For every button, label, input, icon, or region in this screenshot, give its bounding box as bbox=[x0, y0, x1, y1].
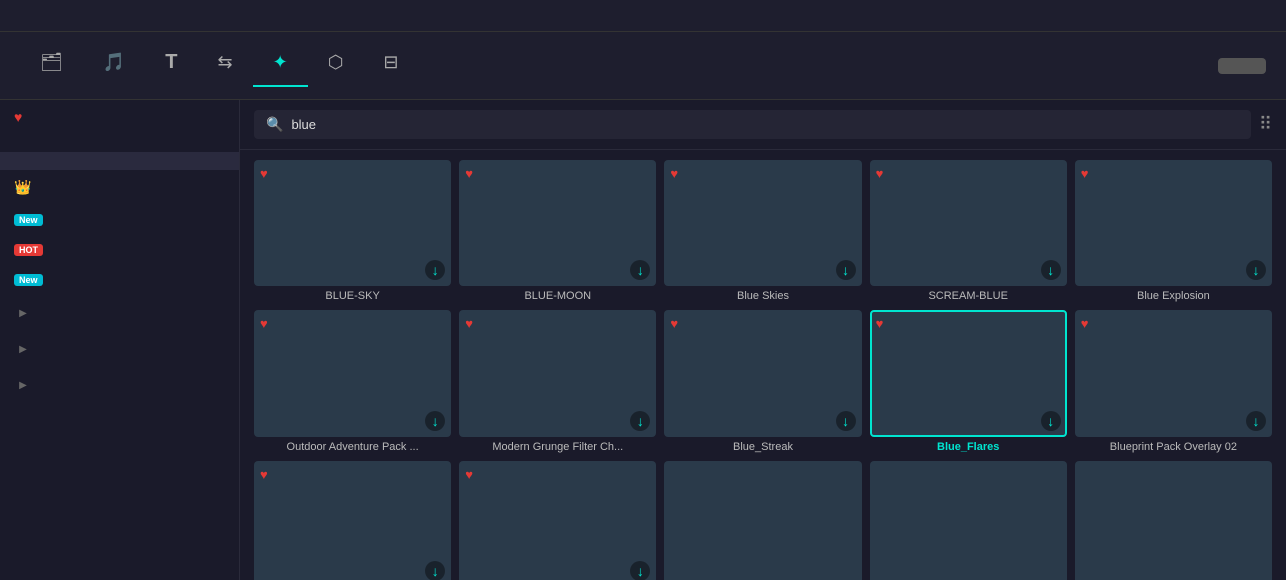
sidebar-item-ai-portrait[interactable]: 👑 bbox=[0, 170, 239, 205]
toolbar-effects[interactable]: ✦ bbox=[253, 44, 308, 87]
fav-heart-icon-0: ♥ bbox=[260, 166, 268, 181]
media-icon: 🗂 bbox=[40, 52, 63, 73]
filters-arrow-icon: ▶ bbox=[14, 304, 32, 322]
effects-grid: ♥ ↓ BLUE-SKY ♥ ↓ BLUE-MOON ♥ ↓ Blue Skie… bbox=[254, 160, 1272, 580]
grid-item-label-8: Blue_Flares bbox=[870, 441, 1067, 453]
toolbar-elements[interactable]: ⬡ bbox=[308, 44, 364, 87]
transitions-icon: ⇆ bbox=[218, 52, 233, 73]
grid-item-8[interactable]: ♥ ↓ Blue_Flares bbox=[870, 310, 1067, 452]
download-icon-5[interactable]: ↓ bbox=[425, 411, 445, 431]
export-button[interactable] bbox=[1218, 58, 1266, 74]
download-icon-3[interactable]: ↓ bbox=[1041, 260, 1061, 280]
effects-icon: ✦ bbox=[273, 52, 288, 73]
fav-heart-icon-4: ♥ bbox=[1081, 166, 1089, 181]
toolbar-media[interactable]: 🗂 bbox=[20, 44, 83, 87]
menu-file[interactable] bbox=[46, 12, 66, 20]
search-bar: 🔍 ⠿ bbox=[240, 100, 1286, 150]
menu-view[interactable] bbox=[118, 12, 138, 20]
grid-item-label-1: BLUE-MOON bbox=[459, 290, 656, 302]
grid-item-4[interactable]: ♥ ↓ Blue Explosion bbox=[1075, 160, 1272, 302]
sidebar-item-filters[interactable]: ▶ bbox=[0, 295, 239, 331]
toolbar: 🗂 🎵 T ⇆ ✦ ⬡ ⊟ bbox=[0, 32, 1286, 100]
lut-arrow-icon: ▶ bbox=[14, 376, 32, 394]
download-icon-9[interactable]: ↓ bbox=[1246, 411, 1266, 431]
fav-heart-icon-3: ♥ bbox=[876, 166, 884, 181]
menu-bar bbox=[0, 0, 1286, 32]
sidebar-item-favorites[interactable]: ♥ bbox=[0, 100, 239, 134]
fav-heart-icon-11: ♥ bbox=[465, 467, 473, 482]
search-icon: 🔍 bbox=[266, 116, 283, 133]
menu-edit[interactable] bbox=[70, 12, 90, 20]
grid-item-2[interactable]: ♥ ↓ Blue Skies bbox=[664, 160, 861, 302]
sidebar-item-downloads[interactable] bbox=[0, 134, 239, 152]
search-input[interactable] bbox=[291, 117, 1238, 132]
download-icon-2[interactable]: ↓ bbox=[836, 260, 856, 280]
sidebar-item-gaming[interactable] bbox=[0, 421, 239, 439]
grid-item-label-3: SCREAM-BLUE bbox=[870, 290, 1067, 302]
audio-icon: 🎵 bbox=[103, 52, 125, 73]
download-icon-11[interactable]: ↓ bbox=[630, 561, 650, 580]
grid-item-13[interactable]: Blur 2 bbox=[870, 461, 1067, 580]
toolbar-transitions[interactable]: ⇆ bbox=[198, 44, 253, 87]
main-area: ♥ 👑 New HOT New bbox=[0, 100, 1286, 580]
fav-heart-icon-8: ♥ bbox=[876, 316, 884, 331]
grid-item-label-6: Modern Grunge Filter Ch... bbox=[459, 441, 656, 453]
sidebar-item-lut[interactable]: ▶ bbox=[0, 367, 239, 403]
toolbar-audio[interactable]: 🎵 bbox=[83, 44, 145, 87]
grid-area: ♥ ↓ BLUE-SKY ♥ ↓ BLUE-MOON ♥ ↓ Blue Skie… bbox=[240, 150, 1286, 580]
sidebar-item-audio-effects[interactable]: HOT bbox=[0, 235, 239, 265]
sidebar-item-whats-new[interactable]: New bbox=[0, 265, 239, 295]
grid-item-label-9: Blueprint Pack Overlay 02 bbox=[1075, 441, 1272, 453]
hot-badge-audio: HOT bbox=[14, 244, 43, 256]
fav-heart-icon-9: ♥ bbox=[1081, 316, 1089, 331]
fav-heart-icon-6: ♥ bbox=[465, 316, 473, 331]
elements-icon: ⬡ bbox=[328, 52, 344, 73]
titles-icon: T bbox=[165, 51, 177, 74]
download-icon-8[interactable]: ↓ bbox=[1041, 411, 1061, 431]
grid-item-label-0: BLUE-SKY bbox=[254, 290, 451, 302]
grid-item-1[interactable]: ♥ ↓ BLUE-MOON bbox=[459, 160, 656, 302]
fav-heart-icon-1: ♥ bbox=[465, 166, 473, 181]
menu-tools[interactable] bbox=[94, 12, 114, 20]
new-badge-ar: New bbox=[14, 214, 43, 226]
fav-heart-icon-10: ♥ bbox=[260, 467, 268, 482]
toolbar-titles[interactable]: T bbox=[145, 43, 197, 88]
fav-heart-icon-2: ♥ bbox=[670, 166, 678, 181]
menu-help[interactable] bbox=[166, 12, 186, 20]
sidebar-item-overlay[interactable]: ▶ bbox=[0, 331, 239, 367]
fav-heart-icon-5: ♥ bbox=[260, 316, 268, 331]
grid-layout-icon[interactable]: ⠿ bbox=[1259, 114, 1272, 135]
heart-icon: ♥ bbox=[14, 109, 22, 125]
grid-item-3[interactable]: ♥ ↓ SCREAM-BLUE bbox=[870, 160, 1067, 302]
sidebar: ♥ 👑 New HOT New bbox=[0, 100, 240, 580]
sidebar-item-recommended[interactable] bbox=[0, 152, 239, 170]
grid-item-11[interactable]: ♥ ↓ Blueprint Pack Overlay 03 bbox=[459, 461, 656, 580]
grid-item-label-2: Blue Skies bbox=[664, 290, 861, 302]
download-icon-6[interactable]: ↓ bbox=[630, 411, 650, 431]
grid-item-6[interactable]: ♥ ↓ Modern Grunge Filter Ch... bbox=[459, 310, 656, 452]
search-input-wrap[interactable]: 🔍 bbox=[254, 110, 1251, 139]
grid-item-10[interactable]: ♥ ↓ Blueprint Pack Overlay 01 bbox=[254, 461, 451, 580]
new-badge-whats-new: New bbox=[14, 274, 43, 286]
grid-item-12[interactable]: Blur bbox=[664, 461, 861, 580]
sidebar-item-ar-stickers[interactable]: New bbox=[0, 205, 239, 235]
grid-item-7[interactable]: ♥ ↓ Blue_Streak bbox=[664, 310, 861, 452]
sidebar-item-utility[interactable] bbox=[0, 403, 239, 421]
grid-item-0[interactable]: ♥ ↓ BLUE-SKY bbox=[254, 160, 451, 302]
download-icon-7[interactable]: ↓ bbox=[836, 411, 856, 431]
toolbar-split-screen[interactable]: ⊟ bbox=[363, 44, 418, 87]
grid-item-14[interactable]: Basic Blur bbox=[1075, 461, 1272, 580]
menu-export[interactable] bbox=[142, 12, 162, 20]
grid-item-label-7: Blue_Streak bbox=[664, 441, 861, 453]
download-icon-10[interactable]: ↓ bbox=[425, 561, 445, 580]
grid-item-9[interactable]: ♥ ↓ Blueprint Pack Overlay 02 bbox=[1075, 310, 1272, 452]
overlay-arrow-icon: ▶ bbox=[14, 340, 32, 358]
crown-icon: 👑 bbox=[14, 179, 31, 196]
grid-item-label-5: Outdoor Adventure Pack ... bbox=[254, 441, 451, 453]
grid-item-5[interactable]: ♥ ↓ Outdoor Adventure Pack ... bbox=[254, 310, 451, 452]
split-screen-icon: ⊟ bbox=[383, 52, 398, 73]
fav-heart-icon-7: ♥ bbox=[670, 316, 678, 331]
content-area: 🔍 ⠿ ♥ ↓ BLUE-SKY ♥ ↓ BLUE-MOON ♥ ↓ Blue … bbox=[240, 100, 1286, 580]
grid-item-label-4: Blue Explosion bbox=[1075, 290, 1272, 302]
